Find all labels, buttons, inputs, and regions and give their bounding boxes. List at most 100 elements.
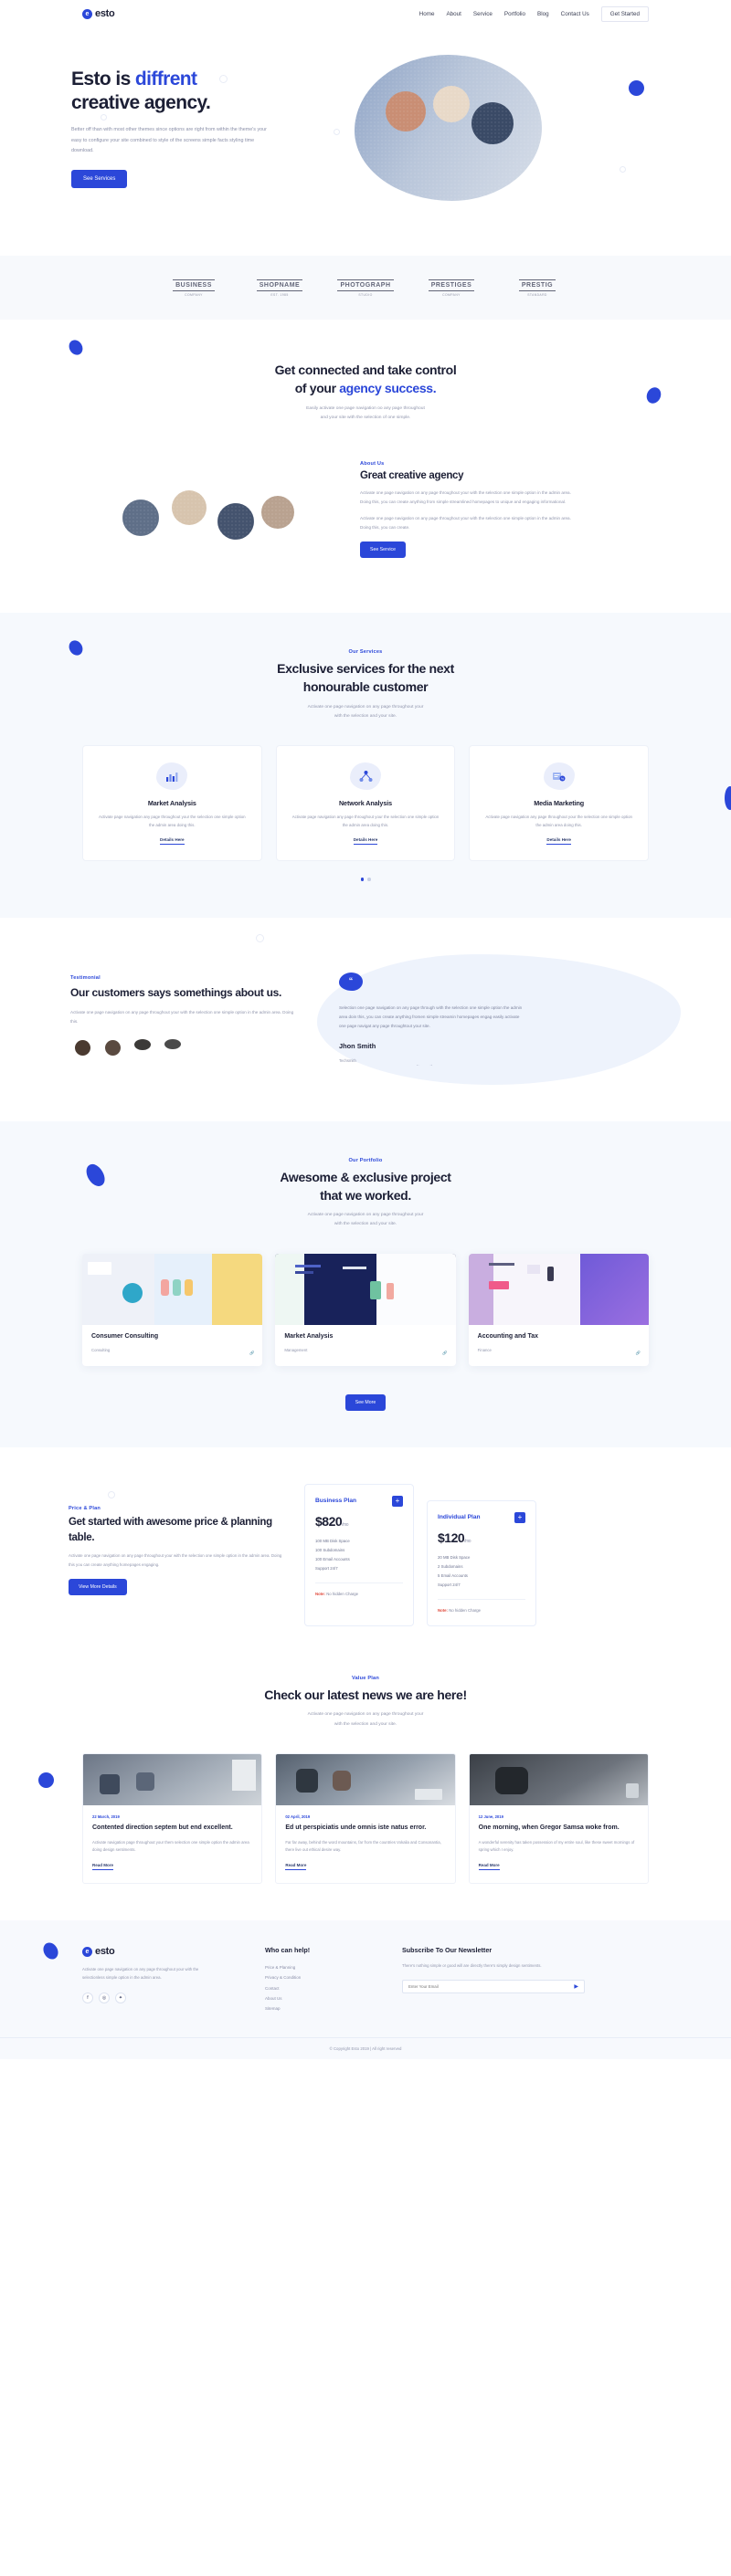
read-more-link[interactable]: Read More — [478, 1863, 500, 1871]
see-services-button[interactable]: See Services — [71, 169, 128, 188]
services-title: Exclusive services for the next honourab… — [0, 659, 731, 697]
about-eyebrow: About Us — [360, 460, 385, 467]
plan-price-period: /mo — [342, 1521, 348, 1528]
service-details-link[interactable]: Details Here — [353, 837, 378, 846]
plan-price-value: $120 — [438, 1530, 465, 1545]
send-icon[interactable]: ▶ — [574, 1983, 578, 1990]
plan-note-label: Note: — [438, 1608, 448, 1614]
portfolio-card[interactable]: Accounting and Tax Finance 🔗 — [468, 1253, 649, 1366]
plan-feature: 100 Subdomains — [315, 1547, 345, 1552]
view-more-details-button[interactable]: View More Details — [69, 1578, 127, 1595]
nav-item-portfolio[interactable]: Portfolio — [504, 11, 525, 17]
connected-title-line1: Get connected and take control — [274, 363, 457, 377]
portfolio-title-line2: that we worked. — [320, 1187, 411, 1203]
service-card[interactable]: % Media Marketing Activate page navigati… — [469, 745, 650, 862]
plan-note: Note: No hidden Charge — [438, 1599, 525, 1613]
facebook-icon[interactable]: f — [82, 1992, 93, 2004]
pricing-plan-card[interactable]: Individual Plan + $120/mo 20 MB Disk Spa… — [427, 1499, 536, 1627]
plan-name: Individual Plan — [438, 1514, 481, 1521]
about-paragraph-2: Activate one page navigation on any page… — [360, 515, 571, 530]
hero-section: Esto is diffrent creative agency. Better… — [0, 27, 731, 256]
blog-thumbnail — [276, 1754, 455, 1806]
pricing-title: Get started with awesome price & plannin… — [69, 1516, 272, 1543]
nav-item-about[interactable]: About — [446, 11, 461, 17]
footer-link[interactable]: Privacy & Condition — [265, 1972, 402, 1982]
dribbble-icon[interactable]: ◎ — [99, 1992, 110, 2004]
avatar[interactable] — [161, 1038, 185, 1063]
footer-link[interactable]: About Us — [265, 1993, 402, 2003]
blog-cards: 22 March, 2019 Contented direction septe… — [82, 1753, 649, 1885]
services-carousel-dots[interactable] — [0, 878, 731, 881]
footer-link[interactable]: Contact — [265, 1983, 402, 1993]
plus-icon[interactable]: + — [392, 1495, 403, 1507]
blue-dot-decoration — [66, 637, 86, 658]
footer-link[interactable]: Price & Planning — [265, 1962, 402, 1972]
pricing-plan-card[interactable]: Business Plan + $820/mo 100 MB Disk Spac… — [304, 1483, 414, 1627]
blog-sub-line2: with the selection and your site. — [334, 1721, 397, 1727]
service-card-title: Market Analysis — [147, 799, 196, 808]
service-details-link[interactable]: Details Here — [546, 837, 571, 846]
get-started-button[interactable]: Get Started — [600, 5, 649, 22]
service-card[interactable]: Network Analysis Activate page navigatio… — [275, 745, 456, 862]
newsletter-form[interactable]: ▶ — [402, 1980, 585, 1994]
media-icon: % — [543, 762, 575, 791]
pricing-copy: Price & Plan Get started with awesome pr… — [50, 1484, 288, 1595]
testimonial-title: Our customers says somethings about us. — [70, 986, 282, 1000]
avatar[interactable] — [131, 1038, 155, 1063]
service-card[interactable]: Market Analysis Activate page navigation… — [82, 745, 262, 862]
carousel-dot[interactable] — [367, 878, 371, 881]
footer-logo[interactable]: e esto — [82, 1946, 265, 1957]
next-arrow-icon[interactable]: → — [429, 1062, 432, 1067]
blog-eyebrow: Value Plan — [352, 1676, 379, 1682]
plan-feature: 2 Subdomains — [438, 1563, 463, 1569]
pricing-desc: Activate one page navigation on any page… — [69, 1553, 282, 1567]
footer-brand-name: esto — [95, 1946, 115, 1958]
hero-title-line2: creative agency. — [71, 92, 211, 114]
about-section: Get connected and take control of your a… — [0, 320, 731, 613]
service-card-title: Network Analysis — [338, 799, 393, 808]
footer-subscribe-title: Subscribe To Our Newsletter — [402, 1946, 493, 1955]
about-paragraph-1: Activate one page navigation on any page… — [360, 489, 571, 504]
prev-arrow-icon[interactable]: ← — [416, 1062, 419, 1067]
plus-icon[interactable]: + — [514, 1511, 525, 1523]
blog-card[interactable]: 02 April, 2019 Ed ut perspiciatis unde o… — [275, 1753, 456, 1885]
portfolio-thumbnail — [468, 1253, 649, 1325]
blog-card[interactable]: 22 March, 2019 Contented direction septe… — [82, 1753, 263, 1885]
brand-logo-item: PHOTOGRAPH STUDIO — [337, 272, 394, 303]
nav-item-home[interactable]: Home — [419, 11, 435, 17]
nav-item-blog[interactable]: Blog — [537, 11, 549, 17]
link-icon[interactable]: 🔗 — [636, 1351, 641, 1356]
brand-logo[interactable]: e esto — [82, 8, 115, 19]
blog-date: 12 June, 2019 — [478, 1814, 503, 1820]
read-more-link[interactable]: Read More — [285, 1863, 307, 1871]
carousel-dot-active[interactable] — [360, 878, 364, 881]
see-service-button[interactable]: See Service — [360, 541, 406, 559]
link-icon[interactable]: 🔗 — [249, 1351, 254, 1356]
nav-links: Home About Service Portfolio Blog Contac… — [419, 5, 649, 22]
service-details-link[interactable]: Details Here — [160, 837, 185, 846]
portfolio-eyebrow: Our Portfolio — [348, 1157, 383, 1163]
blue-dot-decoration — [725, 786, 731, 811]
portfolio-card[interactable]: Consumer Consulting Consulting 🔗 — [82, 1253, 263, 1366]
plan-price: $120/mo — [438, 1530, 525, 1545]
see-more-button[interactable]: See More — [344, 1393, 387, 1411]
services-sub-line2: with the selection and your site. — [334, 714, 397, 720]
portfolio-card-title: Consumer Consulting — [91, 1332, 159, 1340]
instagram-icon[interactable]: ✦ — [115, 1992, 126, 2004]
nav-item-contact-us[interactable]: Contact Us — [561, 11, 589, 17]
link-icon[interactable]: 🔗 — [442, 1351, 447, 1356]
services-title-line2: honourable customer — [302, 679, 429, 695]
plan-feature: 5 Email Accounts — [438, 1572, 468, 1578]
avatar[interactable] — [101, 1038, 125, 1063]
avatar[interactable] — [70, 1038, 95, 1063]
footer-link[interactable]: Sitemap — [265, 2003, 402, 2013]
portfolio-card[interactable]: Market Analysis Management 🔗 — [275, 1253, 456, 1366]
nav-item-service[interactable]: Service — [473, 11, 493, 17]
plan-name: Business Plan — [315, 1498, 357, 1505]
connected-title-accent: agency success. — [339, 381, 437, 396]
email-input[interactable] — [408, 1984, 575, 1990]
blog-card[interactable]: 12 June, 2019 One morning, when Gregor S… — [468, 1753, 649, 1885]
plan-price-period: /mo — [464, 1538, 471, 1544]
read-more-link[interactable]: Read More — [92, 1863, 114, 1871]
portfolio-title: Awesome & exclusive project that we work… — [0, 1168, 731, 1205]
